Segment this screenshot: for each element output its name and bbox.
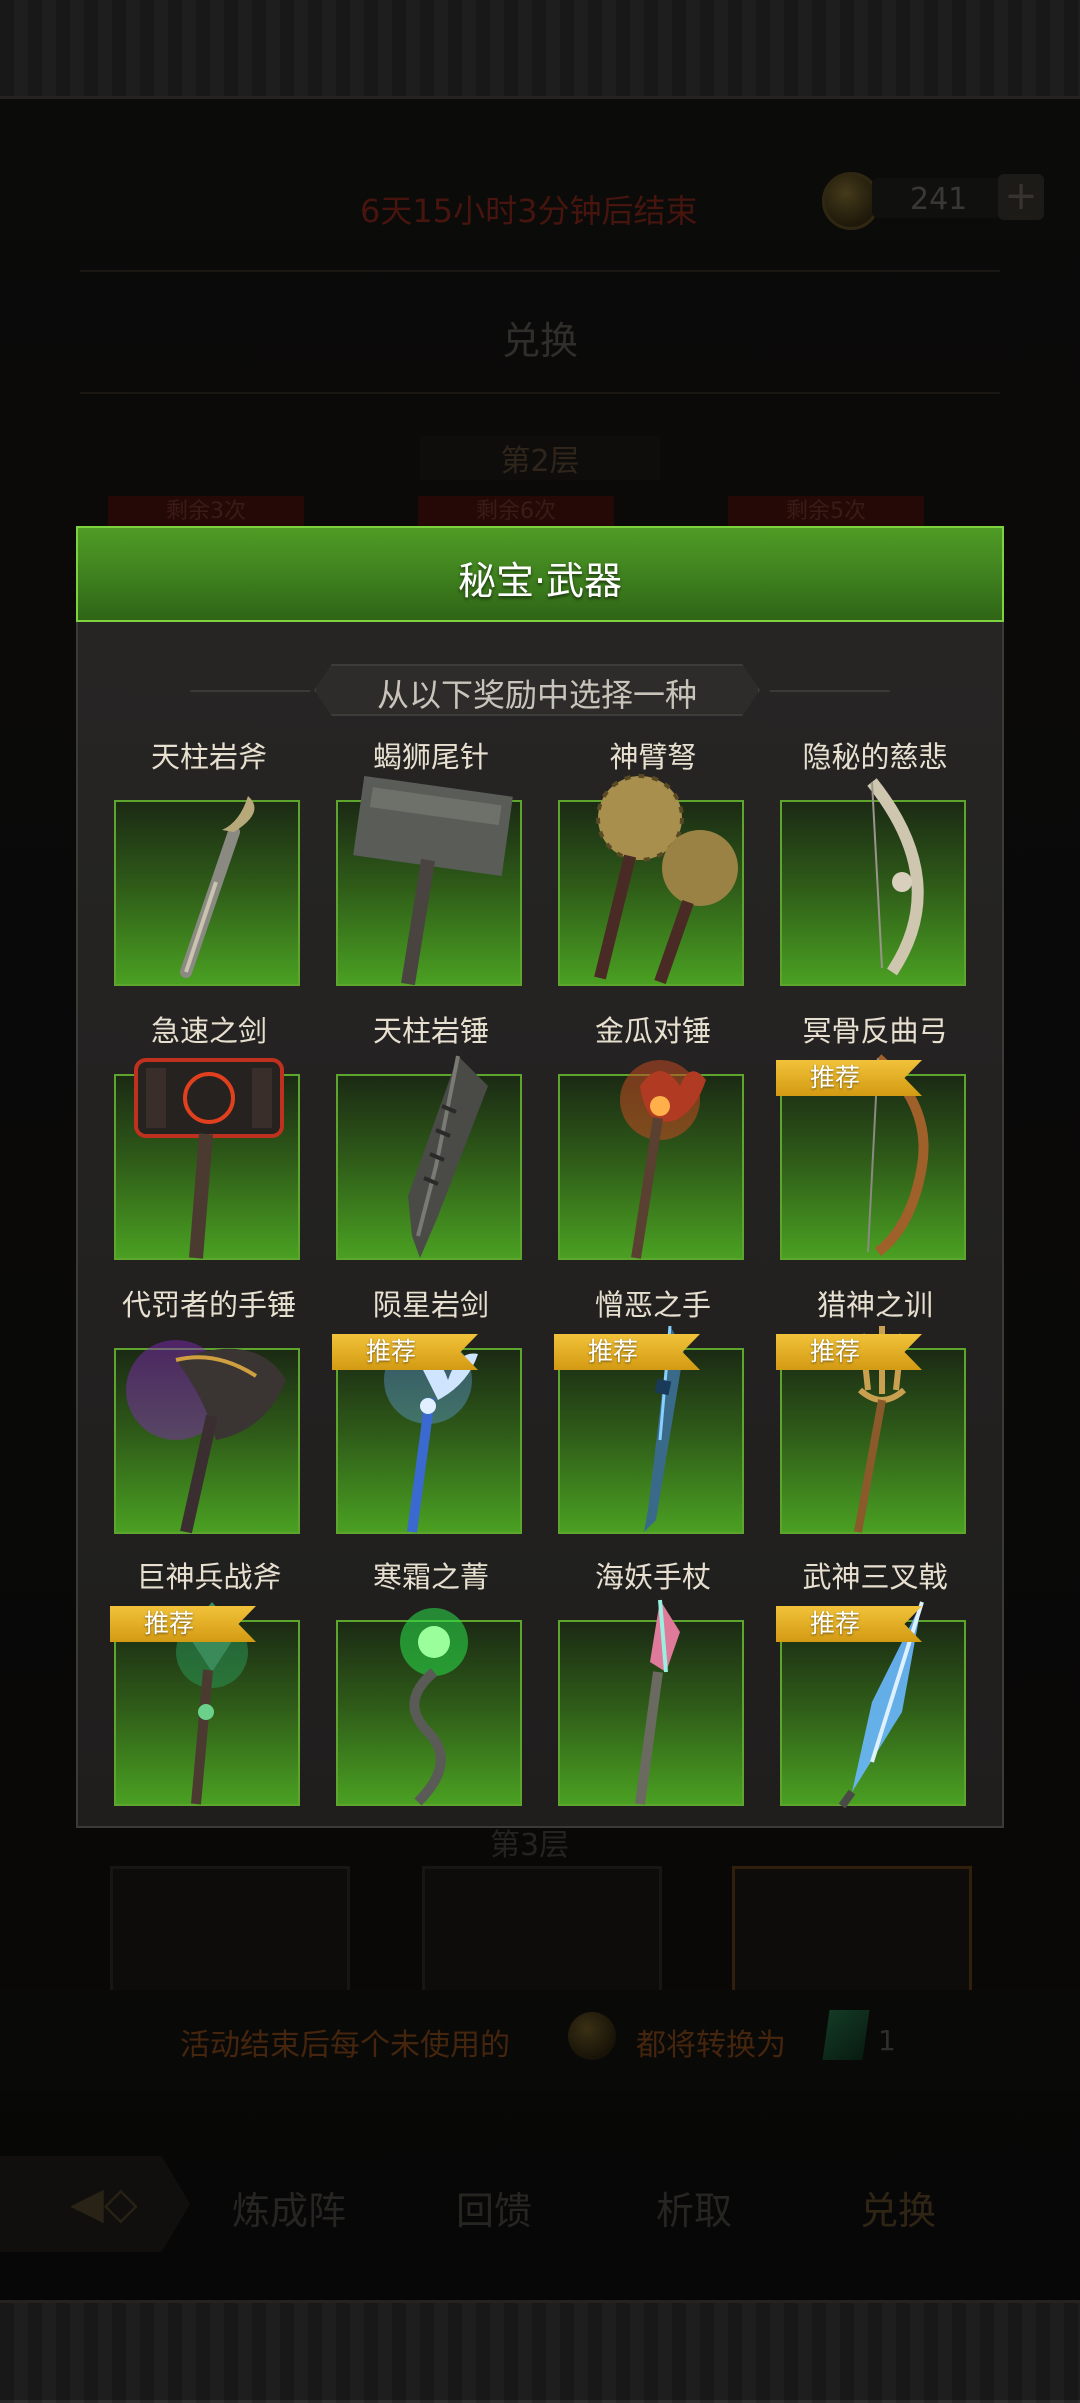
weapon-card[interactable] bbox=[780, 1326, 966, 1534]
greataxe-icon bbox=[180, 796, 255, 978]
weapon-name: 海妖手杖 bbox=[594, 1560, 711, 1594]
recommend-badge: 推荐 bbox=[110, 1606, 256, 1642]
weapon-name: 代罚者的手锤 bbox=[121, 1288, 296, 1322]
weapon-name: 陨星岩剑 bbox=[372, 1288, 489, 1322]
modal-subtitle: 从以下奖励中选择一种 bbox=[376, 676, 697, 714]
weapon-card[interactable] bbox=[558, 774, 744, 986]
modal-header: 秘宝·武器 bbox=[76, 526, 1004, 622]
bone-bow-icon bbox=[867, 778, 924, 976]
weapon-card[interactable] bbox=[336, 1336, 522, 1534]
recommend-badge: 推荐 bbox=[776, 1606, 922, 1642]
crystal-staff-icon bbox=[635, 1599, 680, 1805]
weapon-name: 天柱岩锤 bbox=[372, 1014, 489, 1048]
weapon-name: 巨神兵战斧 bbox=[136, 1560, 282, 1594]
weapon-card[interactable] bbox=[780, 778, 966, 986]
weapon-card[interactable] bbox=[336, 1055, 522, 1260]
weapon-name: 武神三叉戟 bbox=[802, 1560, 948, 1594]
recommend-badge: 推荐 bbox=[776, 1334, 922, 1370]
weapon-card[interactable] bbox=[558, 1325, 744, 1534]
weapon-card[interactable] bbox=[336, 1608, 522, 1806]
weapon-card[interactable] bbox=[558, 1060, 744, 1260]
weapon-card[interactable] bbox=[780, 1054, 966, 1260]
weapon-name: 金瓜对锤 bbox=[594, 1014, 711, 1048]
weapon-name: 神臂弩 bbox=[609, 740, 697, 774]
weapon-name: 憎恶之手 bbox=[594, 1288, 711, 1322]
recommend-badge: 推荐 bbox=[332, 1334, 478, 1370]
weapon-card[interactable] bbox=[114, 1602, 300, 1806]
weapon-card[interactable] bbox=[336, 775, 522, 986]
weapon-card[interactable] bbox=[114, 796, 300, 986]
purple-axe-icon bbox=[126, 1340, 286, 1534]
twin-mace-icon bbox=[594, 774, 738, 984]
weapon-name: 隐秘的慈悲 bbox=[802, 740, 948, 774]
weapon-card[interactable] bbox=[780, 1601, 966, 1809]
serpent-staff-icon bbox=[400, 1608, 468, 1806]
weapon-card[interactable] bbox=[114, 1058, 300, 1260]
weapon-name: 天柱岩斧 bbox=[150, 740, 267, 774]
weapon-name: 寒霜之菁 bbox=[372, 1560, 489, 1594]
stone-hammer-icon bbox=[353, 775, 513, 986]
weapon-name: 猎神之训 bbox=[816, 1288, 933, 1322]
serrated-blade-icon bbox=[408, 1055, 488, 1258]
weapon-card[interactable] bbox=[558, 1599, 744, 1806]
weapon-name: 急速之剑 bbox=[150, 1014, 267, 1048]
weapon-name: 蝎狮尾针 bbox=[372, 740, 489, 774]
weapon-card[interactable] bbox=[114, 1340, 300, 1534]
weapon-name: 冥骨反曲弓 bbox=[802, 1014, 948, 1048]
divider bbox=[190, 690, 310, 692]
divider bbox=[770, 690, 890, 692]
recommend-badge: 推荐 bbox=[554, 1334, 700, 1370]
claw-scepter-icon bbox=[620, 1060, 706, 1259]
red-warhammer-icon bbox=[134, 1058, 284, 1259]
recommend-badge: 推荐 bbox=[776, 1060, 922, 1096]
modal-title: 秘宝·武器 bbox=[457, 559, 623, 603]
